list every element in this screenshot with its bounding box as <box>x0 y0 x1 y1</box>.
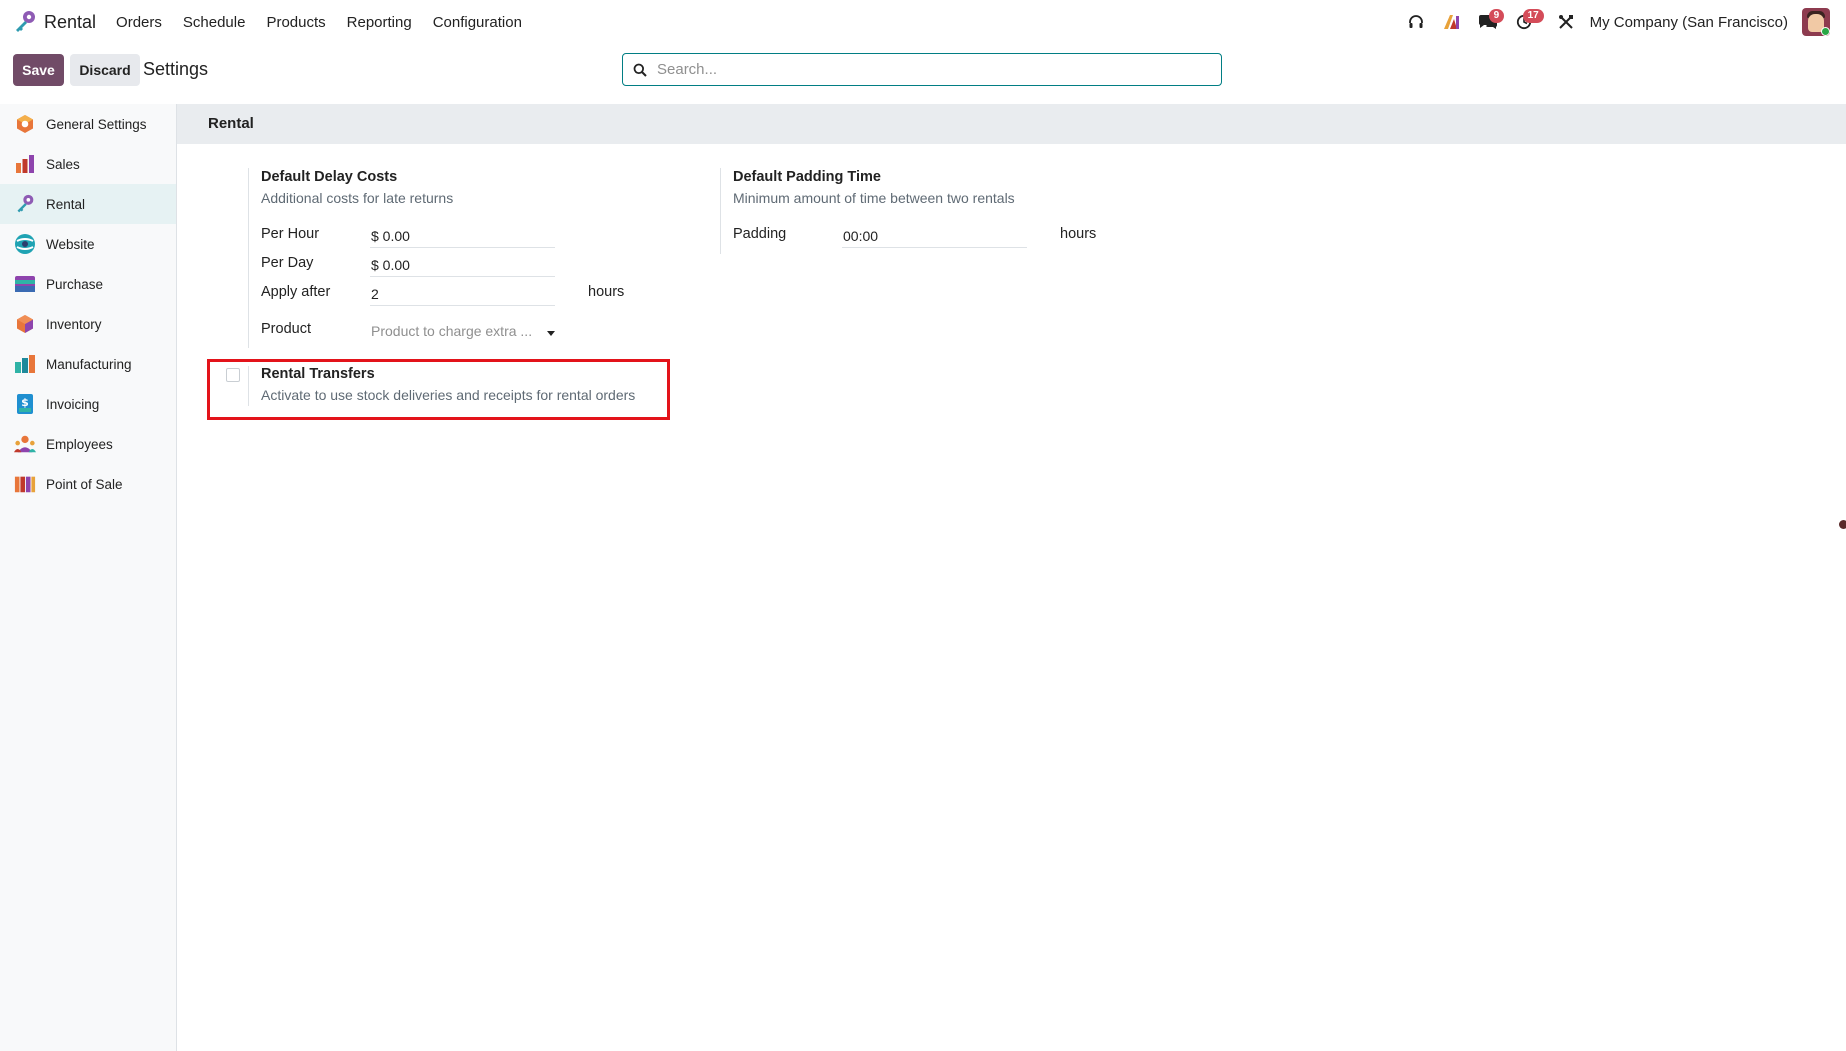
rental-transfers-checkbox[interactable] <box>226 368 240 382</box>
settings-sidebar: General Settings Sales Rental Website Pu… <box>0 104 177 1051</box>
manufacturing-icon <box>14 353 36 375</box>
section-title: Rental <box>208 115 254 132</box>
padding-label: Padding <box>733 226 787 242</box>
purchase-icon <box>14 273 36 295</box>
menu-products[interactable]: Products <box>266 14 325 31</box>
per-day-label: Per Day <box>261 255 314 271</box>
section-header: Rental <box>177 104 1846 144</box>
page-title: Settings <box>143 59 209 79</box>
apply-after-input[interactable]: 2 <box>370 282 555 306</box>
online-status-dot <box>1821 27 1830 36</box>
activity-clock-icon[interactable]: 17 <box>1506 0 1544 44</box>
sidebar-item-point-of-sale[interactable]: Point of Sale <box>0 464 176 504</box>
top-navbar: Rental Orders Schedule Products Reportin… <box>0 0 1846 44</box>
rental-icon <box>14 193 36 215</box>
search-input[interactable] <box>657 61 1197 78</box>
menu-reporting[interactable]: Reporting <box>347 14 412 31</box>
menu-schedule[interactable]: Schedule <box>183 14 246 31</box>
rental-key-icon <box>12 9 38 35</box>
save-button[interactable]: Save <box>13 54 64 86</box>
ai-icon[interactable] <box>1434 0 1470 44</box>
rental-transfers-title: Rental Transfers <box>261 366 375 382</box>
sidebar-item-manufacturing[interactable]: Manufacturing <box>0 344 176 384</box>
point-of-sale-icon <box>14 473 36 495</box>
inventory-icon <box>14 313 36 335</box>
employees-icon <box>14 433 36 455</box>
sidebar-item-inventory[interactable]: Inventory <box>0 304 176 344</box>
sidebar-item-website[interactable]: Website <box>0 224 176 264</box>
headset-icon[interactable] <box>1398 0 1434 44</box>
apply-after-unit: hours <box>588 284 625 300</box>
sidebar-item-rental[interactable]: Rental <box>0 184 176 224</box>
sidebar-item-invoicing[interactable]: $ Invoicing <box>0 384 176 424</box>
search-bar[interactable] <box>622 53 1222 86</box>
delay-costs-title: Default Delay Costs <box>261 169 398 185</box>
menu-configuration[interactable]: Configuration <box>433 14 522 31</box>
padding-unit: hours <box>1060 226 1097 242</box>
product-label: Product <box>261 321 311 337</box>
invoicing-icon: $ <box>14 393 36 415</box>
menu-orders[interactable]: Orders <box>116 14 162 31</box>
app-brand[interactable]: Rental <box>12 9 96 35</box>
general-settings-icon <box>14 113 36 135</box>
app-name: Rental <box>44 11 97 32</box>
sidebar-item-employees[interactable]: Employees <box>0 424 176 464</box>
main-menu: Orders Schedule Products Reporting Confi… <box>116 14 543 31</box>
company-switcher[interactable]: My Company (San Francisco) <box>1590 14 1788 31</box>
chat-icon[interactable]: 9 <box>1470 0 1506 44</box>
padding-input[interactable]: 00:00 <box>842 224 1027 248</box>
debug-tools-icon[interactable] <box>1548 0 1584 44</box>
discard-button[interactable]: Discard <box>70 54 140 86</box>
control-panel: Save Discard Settings <box>0 44 1846 104</box>
sidebar-item-purchase[interactable]: Purchase <box>0 264 176 304</box>
svg-text:$: $ <box>21 396 29 409</box>
delay-costs-divider <box>248 168 249 348</box>
padding-time-description: Minimum amount of time between two renta… <box>733 190 1015 206</box>
sidebar-item-sales[interactable]: Sales <box>0 144 176 184</box>
sidebar-item-general-settings[interactable]: General Settings <box>0 104 176 144</box>
per-day-input[interactable]: $ 0.00 <box>370 253 555 277</box>
chevron-down-icon[interactable] <box>547 331 555 336</box>
apply-after-label: Apply after <box>261 284 331 300</box>
activities-badge: 17 <box>1522 9 1544 23</box>
messages-badge: 9 <box>1488 9 1505 23</box>
search-icon <box>623 54 657 85</box>
systray: 9 17 My Company (San Francisco) <box>1398 0 1846 44</box>
delay-costs-description: Additional costs for late returns <box>261 190 454 206</box>
user-avatar[interactable] <box>1802 8 1830 36</box>
padding-time-divider <box>720 168 721 254</box>
rental-transfers-divider <box>248 366 249 406</box>
sales-icon <box>14 153 36 175</box>
per-hour-input[interactable]: $ 0.00 <box>370 224 555 248</box>
rental-transfers-description: Activate to use stock deliveries and rec… <box>261 387 636 403</box>
product-select[interactable]: Product to charge extra ... <box>370 319 555 343</box>
scroll-edge-dot <box>1839 520 1846 529</box>
website-icon <box>14 233 36 255</box>
padding-time-title: Default Padding Time <box>733 169 881 185</box>
per-hour-label: Per Hour <box>261 226 320 242</box>
